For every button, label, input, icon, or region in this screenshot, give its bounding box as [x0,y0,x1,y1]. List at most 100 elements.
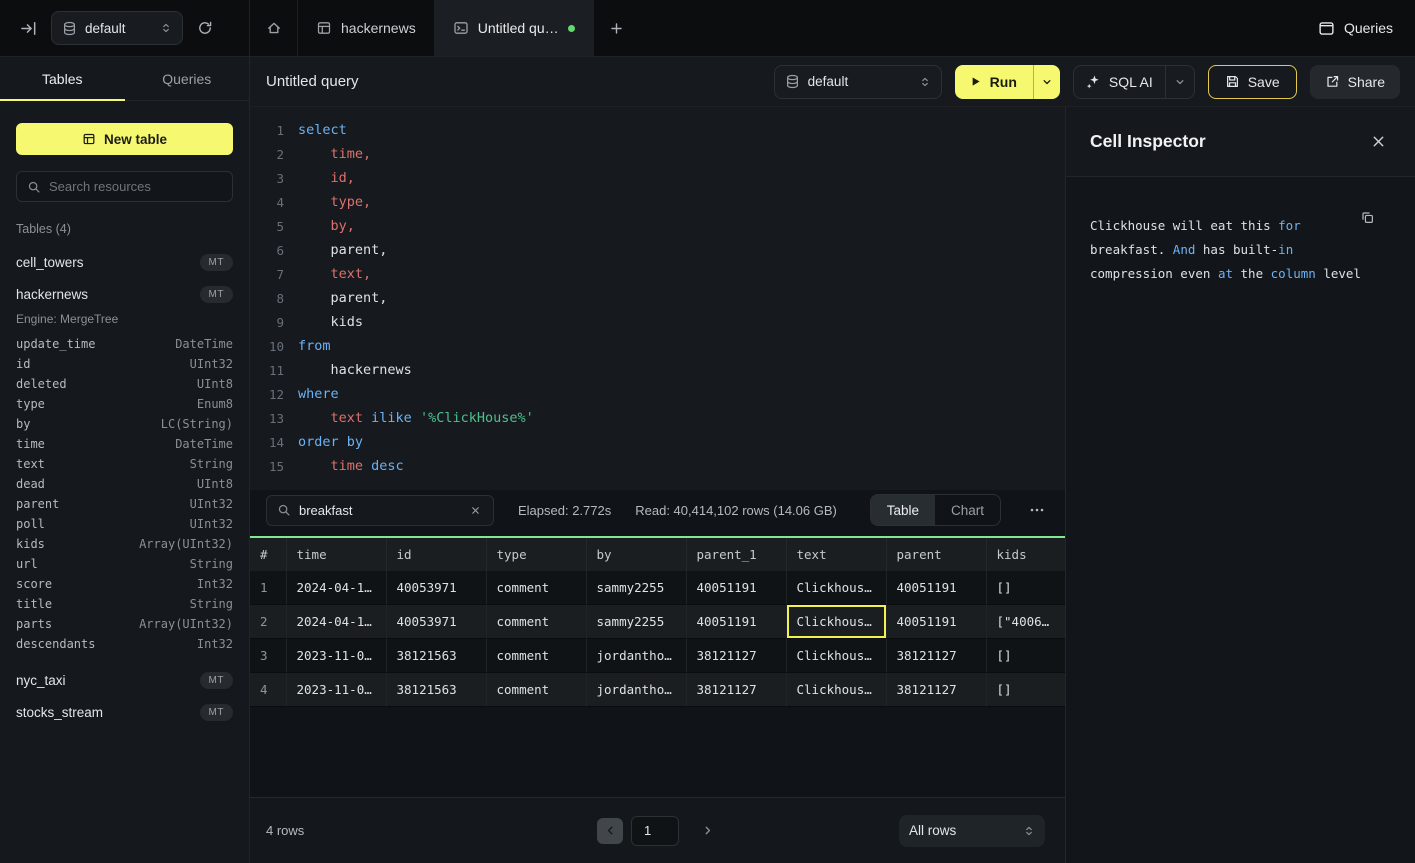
prev-page-button[interactable] [597,818,623,844]
column-header-kids[interactable]: kids [986,537,1065,571]
table-cell[interactable]: 38121127 [886,673,986,707]
column-header-by[interactable]: by [586,537,686,571]
table-cell[interactable]: 40053971 [386,605,486,639]
table-cell[interactable]: sammy2255 [586,605,686,639]
query-database-selector[interactable]: default [774,65,942,99]
sidebar-table-stocks-stream[interactable]: stocks_stream MT [0,696,249,728]
line-number: 2 [260,147,284,162]
table-cell[interactable]: ["40066964… [986,605,1065,639]
column-kids[interactable]: kidsArray(UInt32) [0,534,249,554]
column-header-parent_1[interactable]: parent_1 [686,537,786,571]
sql-ai-options-button[interactable] [1165,66,1194,98]
view-chart-button[interactable]: Chart [935,495,1000,525]
next-page-button[interactable] [697,820,718,841]
table-cell[interactable]: 40051191 [686,605,786,639]
sidebar-search-field[interactable] [49,179,222,194]
table-cell[interactable]: jordanthoms [586,639,686,673]
tab-untitled-query[interactable]: Untitled qu… [435,0,594,56]
row-number-cell[interactable]: 1 [250,571,286,605]
table-cell[interactable]: comment [486,571,586,605]
column-by[interactable]: byLC(String) [0,414,249,434]
results-search-field[interactable] [299,503,460,518]
sidebar-tab-queries[interactable]: Queries [125,57,250,100]
column-text[interactable]: textString [0,454,249,474]
new-tab-button[interactable] [594,0,640,56]
tab-hackernews[interactable]: hackernews [298,0,435,56]
table-cell[interactable]: 2024-04-16… [286,571,386,605]
table-cell[interactable]: Clickhouse… [786,639,886,673]
column-header-id[interactable]: id [386,537,486,571]
column-url[interactable]: urlString [0,554,249,574]
table-cell[interactable]: 2023-11-02… [286,673,386,707]
column-header-num[interactable]: # [250,537,286,571]
table-cell[interactable]: [] [986,571,1065,605]
sidebar-table-cell-towers[interactable]: cell_towers MT [0,246,249,278]
row-number-cell[interactable]: 4 [250,673,286,707]
column-header-text[interactable]: text [786,537,886,571]
refresh-button[interactable] [193,16,217,40]
column-id[interactable]: idUInt32 [0,354,249,374]
share-button[interactable]: Share [1310,65,1400,99]
page-size-selector[interactable]: All rows [899,815,1045,847]
sql-ai-button[interactable]: SQL AI [1074,66,1165,98]
results-search-input[interactable] [266,495,494,526]
table-cell[interactable]: 40051191 [886,571,986,605]
column-time[interactable]: timeDateTime [0,434,249,454]
row-number-cell[interactable]: 3 [250,639,286,673]
table-cell[interactable]: 40051191 [886,605,986,639]
sidebar-table-nyc-taxi[interactable]: nyc_taxi MT [0,664,249,696]
topbar-database-selector[interactable]: default [51,11,183,45]
table-cell[interactable]: [] [986,673,1065,707]
column-poll[interactable]: pollUInt32 [0,514,249,534]
save-button[interactable]: Save [1208,65,1297,99]
column-parent[interactable]: parentUInt32 [0,494,249,514]
table-cell[interactable]: Clickhouse… [786,571,886,605]
column-score[interactable]: scoreInt32 [0,574,249,594]
table-cell[interactable]: comment [486,673,586,707]
table-cell[interactable]: comment [486,639,586,673]
column-dead[interactable]: deadUInt8 [0,474,249,494]
sidebar-collapse-button[interactable] [16,16,41,41]
view-table-button[interactable]: Table [871,495,935,525]
tab-home[interactable] [250,0,298,56]
table-cell[interactable]: 38121127 [686,673,786,707]
table-cell[interactable]: sammy2255 [586,571,686,605]
column-deleted[interactable]: deletedUInt8 [0,374,249,394]
row-number-cell[interactable]: 2 [250,605,286,639]
column-update_time[interactable]: update_timeDateTime [0,334,249,354]
table-cell[interactable]: 38121563 [386,639,486,673]
column-title[interactable]: titleString [0,594,249,614]
column-type[interactable]: typeEnum8 [0,394,249,414]
close-inspector-button[interactable] [1369,132,1388,151]
table-cell[interactable]: 40051191 [686,571,786,605]
run-options-button[interactable] [1033,65,1060,99]
column-header-type[interactable]: type [486,537,586,571]
results-menu-button[interactable] [1025,498,1049,522]
sidebar-tab-tables[interactable]: Tables [0,57,125,100]
column-descendants[interactable]: descendantsInt32 [0,634,249,654]
column-header-time[interactable]: time [286,537,386,571]
table-cell[interactable]: 38121563 [386,673,486,707]
sidebar-table-hackernews[interactable]: hackernews MT [0,278,249,310]
page-number-input[interactable]: 1 [631,816,679,846]
run-button[interactable]: Run [955,65,1033,99]
sidebar-search-input[interactable] [16,171,233,202]
new-table-button[interactable]: New table [16,123,233,155]
table-cell[interactable]: comment [486,605,586,639]
sql-editor[interactable]: 1select2 time,3 id,4 type,5 by,6 parent,… [250,107,1065,490]
table-cell[interactable]: 2024-04-16… [286,605,386,639]
table-cell[interactable]: 38121127 [686,639,786,673]
column-parts[interactable]: partsArray(UInt32) [0,614,249,634]
queries-button[interactable]: Queries [1318,20,1393,37]
table-cell[interactable]: 2023-11-02… [286,639,386,673]
clear-search-button[interactable] [468,503,483,518]
table-cell[interactable]: Clickhouse… [786,673,886,707]
table-cell[interactable]: jordanthoms [586,673,686,707]
table-cell[interactable]: 38121127 [886,639,986,673]
table-cell[interactable]: 40053971 [386,571,486,605]
table-cell[interactable]: Clickhouse… [786,605,886,639]
table-cell[interactable]: [] [986,639,1065,673]
copy-cell-button[interactable] [1358,208,1377,227]
column-header-parent[interactable]: parent [886,537,986,571]
column-name: url [16,557,38,571]
